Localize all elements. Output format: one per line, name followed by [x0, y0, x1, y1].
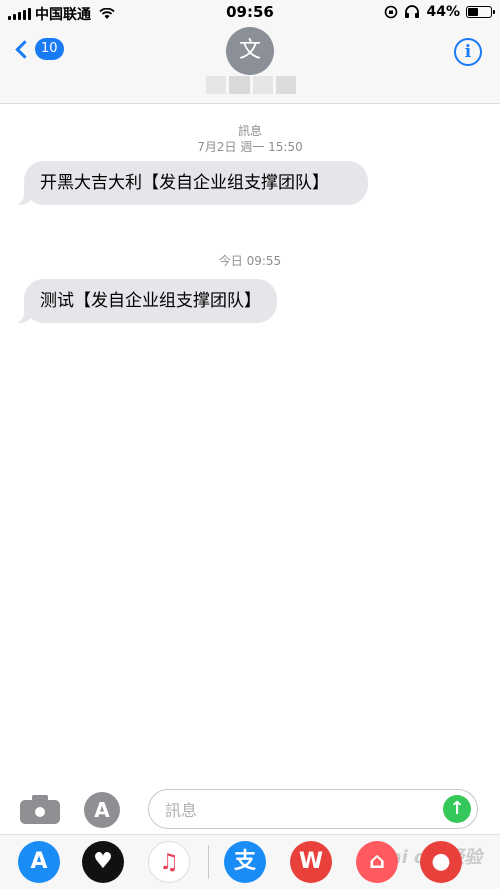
camera-icon: [32, 804, 48, 820]
camera-button[interactable]: [20, 794, 60, 824]
arrow-up-icon: ↑: [449, 798, 465, 819]
send-button[interactable]: ↑: [443, 795, 471, 823]
chevron-left-icon: [15, 39, 34, 59]
wps-icon: W: [298, 849, 324, 874]
info-button[interactable]: i: [454, 38, 482, 66]
message-bubble[interactable]: 开黑大吉大利【发自企业组支撑团队】: [14, 161, 368, 205]
message-input[interactable]: [165, 798, 425, 822]
app-panda[interactable]: ●: [420, 841, 462, 883]
app-drawer: Bai du 经验 A♥♫支W⌂●: [0, 834, 500, 889]
compose-bar: A ↑: [0, 784, 500, 834]
contact-name-redacted[interactable]: [206, 76, 296, 94]
appstore-icon: A: [30, 849, 48, 874]
message-bubble[interactable]: 测试【发自企业组支撑团队】: [14, 279, 277, 323]
airbnb-icon: ⌂: [369, 849, 385, 874]
headphones-icon: [405, 5, 420, 18]
appstore-icon: A: [94, 798, 110, 822]
status-bar: 中国联通 09:56 44%: [0, 0, 500, 26]
app-store-button[interactable]: A: [84, 792, 120, 828]
conversation-header: 10 文 i: [0, 26, 500, 104]
app-airbnb[interactable]: ⌂: [356, 841, 398, 883]
rotation-lock-icon: [385, 5, 398, 19]
message-text: 测试【发自企业组支撑团队】: [40, 291, 261, 311]
message-timestamp: 今日 09:55: [218, 254, 282, 268]
battery-icon: [466, 6, 495, 18]
status-right: 44%: [384, 4, 495, 20]
digital-touch-icon: ♥: [93, 849, 113, 874]
battery-percent: 44%: [426, 4, 460, 20]
back-button[interactable]: 10: [12, 38, 64, 60]
alipay-icon: 支: [233, 849, 256, 874]
battery-level: [468, 8, 478, 16]
message-timestamp: 7月2日 週一 15:50: [197, 140, 303, 154]
panda-icon: ●: [431, 849, 451, 874]
contact-avatar[interactable]: 文: [226, 27, 274, 75]
message-field[interactable]: ↑: [148, 789, 478, 829]
app-wps[interactable]: W: [290, 841, 332, 883]
message-text: 开黑大吉大利【发自企业组支撑团队】: [40, 173, 329, 193]
service-label: 訊息: [237, 124, 262, 138]
app-digital-touch[interactable]: ♥: [82, 841, 124, 883]
drawer-divider: [208, 845, 209, 879]
app-appstore[interactable]: A: [18, 841, 60, 883]
music-icon: ♫: [159, 850, 179, 875]
unread-count-badge: 10: [35, 38, 64, 60]
app-alipay[interactable]: 支: [224, 841, 266, 883]
app-music[interactable]: ♫: [148, 841, 190, 883]
